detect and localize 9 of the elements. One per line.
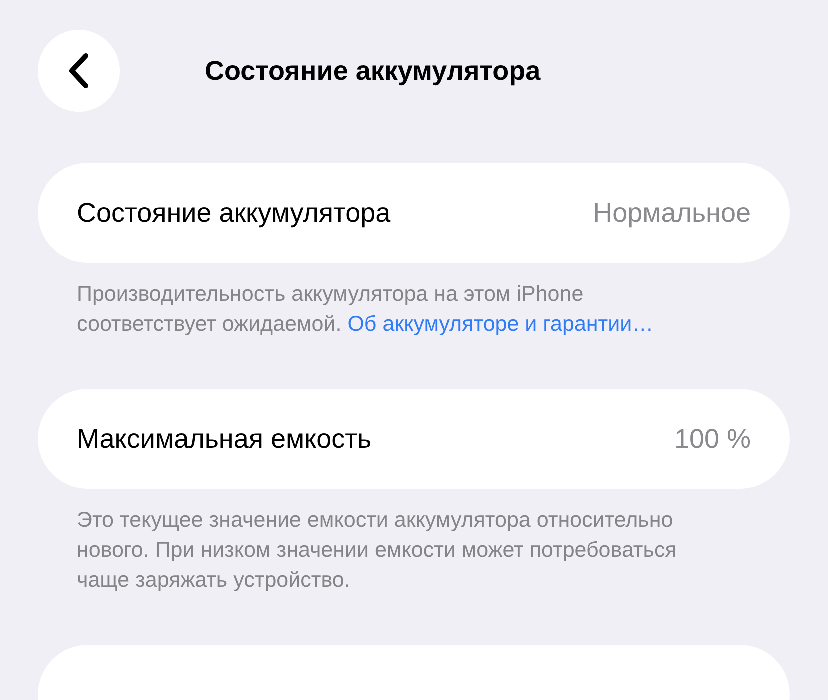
row-value: 100 %: [674, 422, 751, 456]
warranty-link[interactable]: Об аккумуляторе и гарантии…: [348, 312, 654, 336]
row-label: Состояние аккумулятора: [77, 196, 391, 230]
back-chevron-icon: [68, 53, 90, 89]
row-value: Нормальное: [593, 196, 751, 230]
page-title: Состояние аккумулятора: [205, 54, 541, 88]
row-label: Максимальная емкость: [77, 422, 372, 456]
footnote-text: Производительность аккумулятора на этом iPhone соответствует ожидаемой. Об аккумуляторе и гарантии…: [76, 281, 655, 338]
footnote-text: Это текущее значение емкости аккумулятора относительно нового. При низком значении емкости может потребоваться чаще заряжать устройство.: [76, 507, 678, 594]
